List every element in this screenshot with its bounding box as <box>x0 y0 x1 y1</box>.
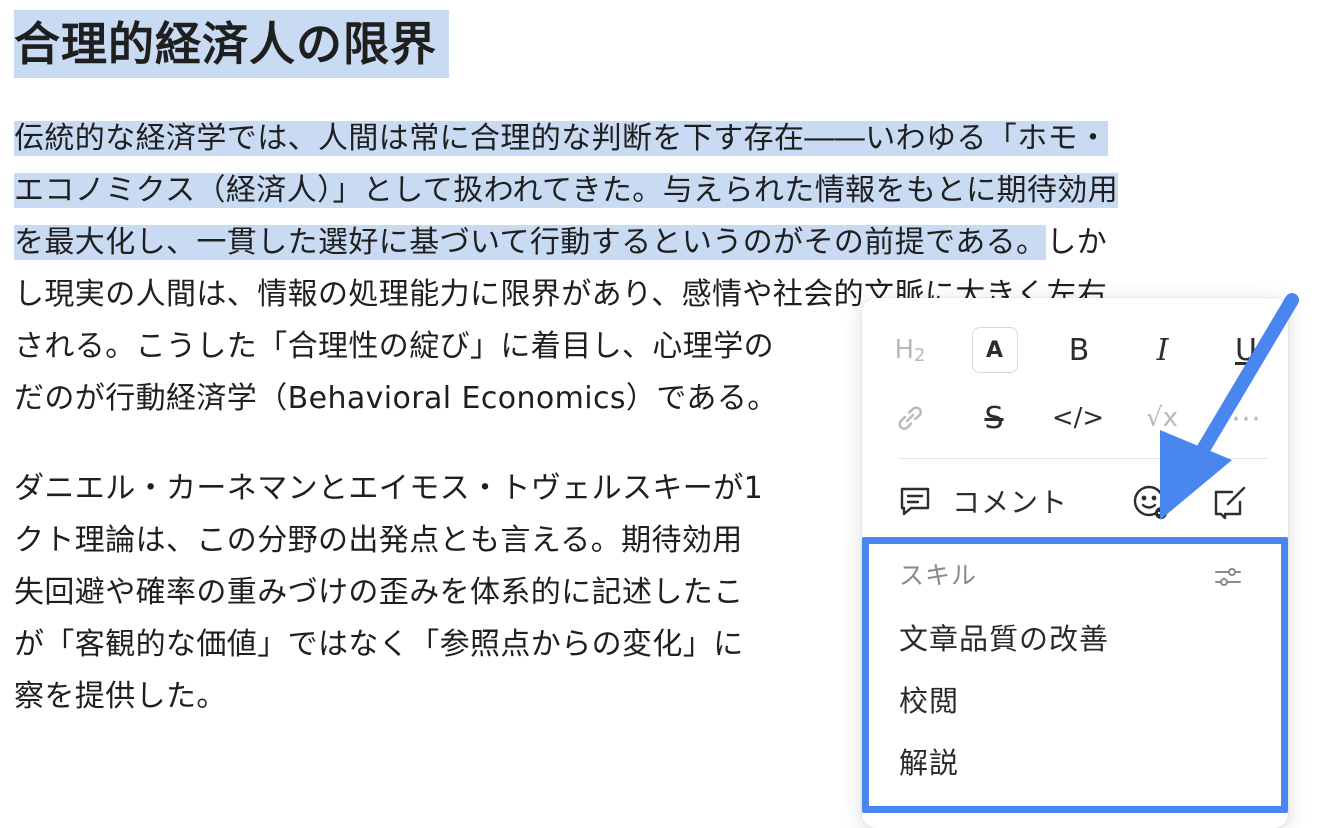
skill-item-summarize[interactable]: 要約する <box>899 800 1019 806</box>
toolbar-divider <box>898 458 1268 459</box>
selected-text[interactable]: エコノミクス（経済人）」として扱われてきた。与えられた情報をもとに期待効用 <box>14 173 1119 208</box>
document-title[interactable]: 合理的経済人の限界 <box>14 10 449 78</box>
toolbar-row-formatting: H2 A B I U <box>888 325 1268 375</box>
underline-icon[interactable]: U <box>1224 328 1268 372</box>
paragraph-text[interactable]: 察を提供した。 <box>14 671 763 723</box>
skills-menu: スキル 文章品質の改善 校閲 解説 要約する <box>862 537 1288 813</box>
selected-text[interactable]: を最大化し、一貫した選好に基づいて行動するというのがその前提である。 <box>14 225 1047 260</box>
text-color-icon[interactable]: A <box>971 327 1018 373</box>
toolbar-row-insert: S </> √x ⋯ <box>888 393 1268 443</box>
skill-item-improve-writing[interactable]: 文章品質の改善 <box>899 616 1109 658</box>
paragraph-text[interactable]: が「客観的な価値」ではなく「参照点からの変化」に <box>14 619 763 671</box>
link-icon[interactable] <box>888 396 932 440</box>
paragraph-text[interactable]: クト理論は、この分野の出発点とも言える。期待効用 <box>14 515 763 567</box>
paragraph-text[interactable]: しか <box>1046 225 1107 260</box>
math-icon[interactable]: √x <box>1140 396 1184 440</box>
strikethrough-icon[interactable]: S <box>972 396 1016 440</box>
skills-heading: スキル <box>899 561 978 590</box>
paragraph-text[interactable]: ダニエル・カーネマンとエイモス・トヴェルスキーが1 <box>14 463 763 515</box>
note-edit-icon[interactable] <box>1210 482 1250 522</box>
more-icon[interactable]: ⋯ <box>1224 396 1268 440</box>
italic-icon[interactable]: I <box>1141 328 1185 372</box>
comment-icon <box>900 487 930 516</box>
paragraph-text[interactable]: 失回避や確率の重みづけの歪みを体系的に記述したこ <box>14 567 763 619</box>
skill-item-proofread[interactable]: 校閲 <box>899 678 959 720</box>
skill-item-explain[interactable]: 解説 <box>899 740 959 782</box>
sliders-icon[interactable] <box>1213 562 1243 592</box>
comment-button[interactable]: コメント <box>896 476 1256 526</box>
selected-text[interactable]: 伝統的な経済学では、人間は常に合理的な判断を下す存在――いわゆる「ホモ・ <box>14 121 1109 156</box>
bold-icon[interactable]: B <box>1057 328 1101 372</box>
paragraph-2[interactable]: ダニエル・カーネマンとエイモス・トヴェルスキーが1 クト理論は、この分野の出発点… <box>14 463 763 723</box>
code-icon[interactable]: </> <box>1052 396 1104 440</box>
heading2-icon[interactable]: H2 <box>888 328 932 372</box>
comment-label: コメント <box>952 486 1069 519</box>
add-reaction-icon[interactable] <box>1130 482 1170 522</box>
